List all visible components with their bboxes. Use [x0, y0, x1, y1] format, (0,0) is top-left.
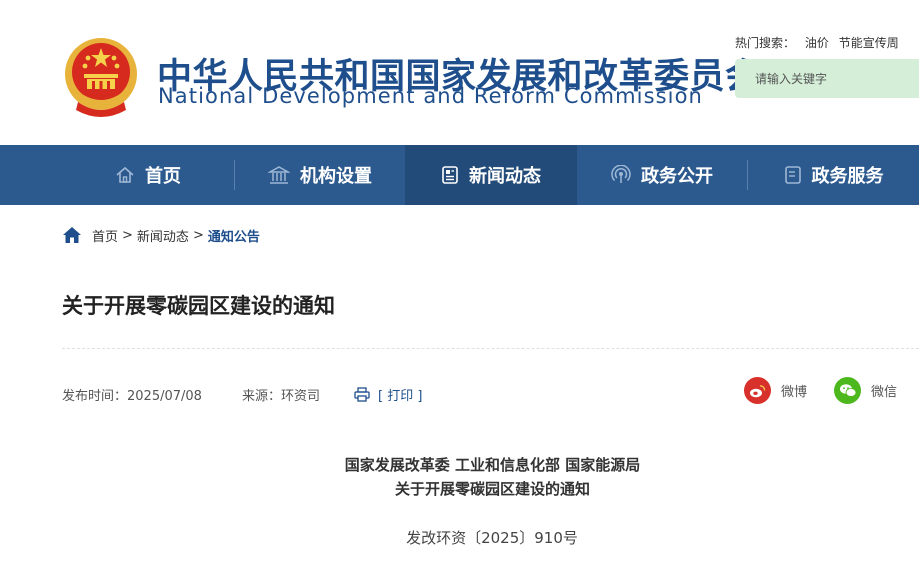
breadcrumb-current[interactable]: 通知公告: [208, 226, 260, 245]
breadcrumb: 首页 > 新闻动态 > 通知公告: [62, 225, 260, 245]
nav-label-institution: 机构设置: [300, 166, 372, 187]
nav-item-home[interactable]: 首页: [62, 145, 234, 205]
nav-item-news[interactable]: 新闻动态: [405, 145, 577, 205]
breadcrumb-news[interactable]: 新闻动态: [137, 226, 189, 245]
article-doc-number: 发改环资〔2025〕910号: [406, 529, 578, 547]
publish-info: 发布时间：2025/07/08: [62, 385, 202, 404]
nav-label-affairs: 政务公开: [641, 166, 713, 187]
search-input[interactable]: [735, 59, 919, 98]
breadcrumb-separator: >: [192, 227, 204, 243]
hot-search-label: 热门搜索：: [735, 36, 796, 50]
publish-label: 发布时间：: [62, 389, 128, 404]
site-header: 中华人民共和国国家发展和改革委员会 National Development a…: [0, 0, 919, 145]
weibo-icon: [744, 377, 771, 404]
hot-keyword-energy-week[interactable]: 节能宣传周: [839, 36, 899, 50]
printer-icon: [354, 387, 370, 402]
nav-label-news: 新闻动态: [469, 166, 541, 187]
institution-icon: [268, 166, 290, 184]
hot-search: 热门搜索： 油价 节能宣传周: [735, 34, 905, 51]
nav-item-services[interactable]: 政务服务: [748, 145, 919, 205]
print-button[interactable]: [ 打印 ]: [354, 385, 422, 404]
article-issuers: 国家发展改革委 工业和信息化部 国家能源局: [344, 456, 641, 474]
share-weibo-label: 微博: [781, 385, 808, 400]
site-title-en[interactable]: National Development and Reform Commissi…: [158, 84, 703, 108]
share-wechat-button[interactable]: 微信: [834, 377, 897, 404]
source-label: 来源：: [241, 389, 281, 404]
divider: [62, 348, 919, 349]
nav-label-services: 政务服务: [811, 166, 884, 187]
nav-label-home: 首页: [145, 166, 181, 187]
article-meta: 发布时间：2025/07/08 来源：环资司 [ 打印 ]: [62, 385, 422, 404]
service-icon: [784, 166, 801, 184]
share-weibo-button[interactable]: 微博: [744, 377, 807, 404]
broadcast-icon: [611, 165, 631, 183]
home-icon[interactable]: [62, 226, 82, 244]
print-label: [ 打印 ]: [377, 389, 423, 404]
source-info: 来源：环资司: [242, 385, 320, 404]
article-doc-title: 关于开展零碳园区建设的通知: [394, 480, 590, 498]
page-title: 关于开展零碳园区建设的通知: [62, 294, 335, 318]
share-wechat-label: 微信: [871, 385, 898, 400]
national-emblem-icon: [65, 38, 137, 117]
breadcrumb-home[interactable]: 首页: [92, 226, 118, 245]
main-nav: 首页 机构设置 新闻动态 政务公开 政务服务: [0, 145, 919, 205]
nav-item-institution[interactable]: 机构设置: [235, 145, 405, 205]
news-icon: [442, 166, 458, 184]
home-icon: [116, 166, 134, 183]
nav-item-affairs[interactable]: 政务公开: [577, 145, 747, 205]
wechat-icon: [834, 377, 861, 404]
breadcrumb-separator: >: [122, 227, 133, 243]
hot-keyword-oil-price[interactable]: 油价: [805, 36, 829, 50]
source-value: 环资司: [280, 389, 320, 404]
publish-date: 2025/07/08: [127, 389, 202, 404]
